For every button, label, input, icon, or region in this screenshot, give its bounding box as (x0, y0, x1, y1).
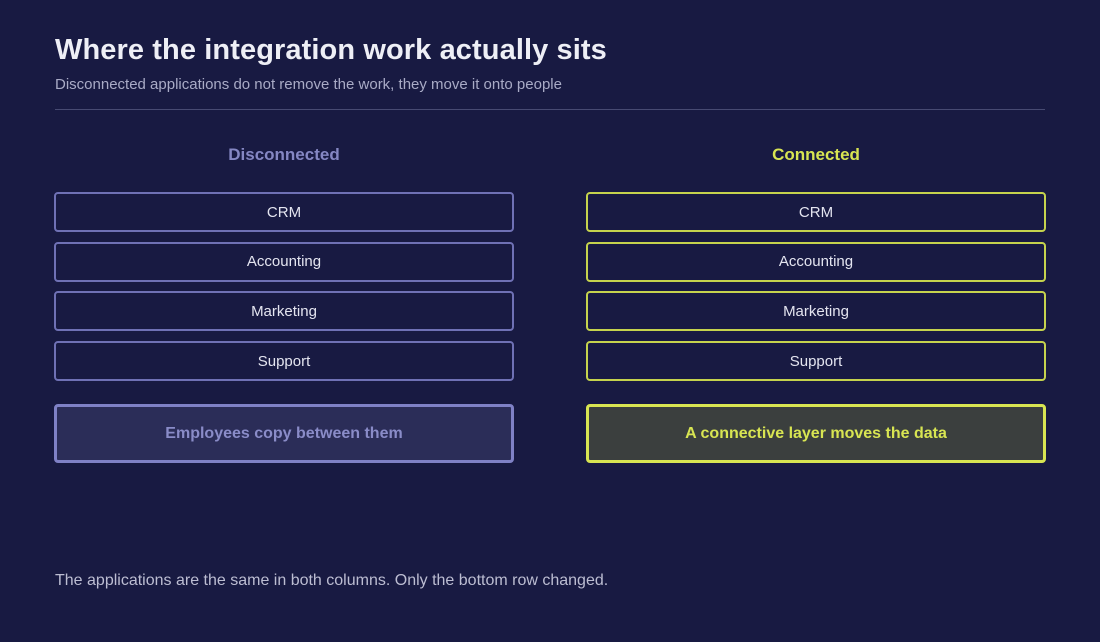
app-box-accounting: Accounting (586, 241, 1046, 282)
app-box-support: Support (54, 341, 514, 382)
page: Where the integration work actually sits… (0, 0, 1100, 642)
app-box-crm: CRM (54, 192, 514, 232)
app-box-crm: CRM (586, 192, 1046, 232)
manual-copy-layer: Employees copy between them (54, 404, 514, 463)
connective-layer: A connective layer moves the data (586, 404, 1046, 463)
disconnected-column: Disconnected CRM Accounting Marketing Su… (54, 140, 514, 463)
app-box-accounting: Accounting (54, 241, 514, 282)
disconnected-heading: Disconnected (228, 145, 340, 164)
header-divider (55, 109, 1045, 110)
footnote: The applications are the same in both co… (55, 572, 609, 589)
app-box-marketing: Marketing (586, 291, 1046, 332)
connected-column: Connected CRM Accounting Marketing Suppo… (586, 140, 1046, 463)
page-subtitle: Disconnected applications do not remove … (55, 76, 562, 93)
app-box-support: Support (586, 341, 1046, 382)
connected-app-list: CRM Accounting Marketing Support (586, 192, 1046, 382)
page-title: Where the integration work actually sits (55, 34, 607, 66)
disconnected-app-list: CRM Accounting Marketing Support (54, 192, 514, 382)
app-box-marketing: Marketing (54, 291, 514, 332)
connected-heading: Connected (772, 145, 860, 164)
